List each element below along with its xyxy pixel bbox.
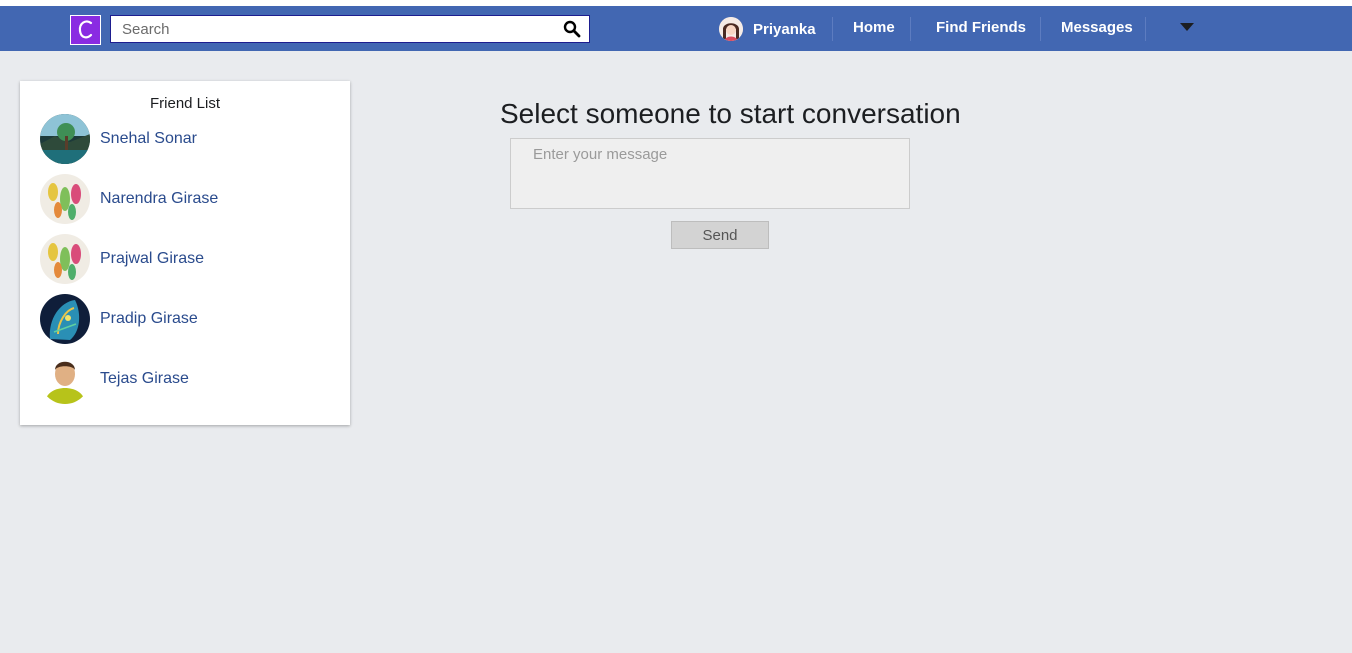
friend-avatar [40,294,90,344]
friend-name: Narendra Girase [100,190,219,207]
message-input[interactable] [510,138,910,209]
friend-avatar [40,114,90,164]
friend-avatar [40,174,90,224]
nav-link-find-friends[interactable]: Find Friends [936,19,1026,36]
friend-avatar [40,354,90,404]
nav-user-name: Priyanka [753,20,816,38]
logo-c-icon [78,20,92,39]
nav-divider [910,17,911,41]
search-box [110,15,590,43]
friend-name: Prajwal Girase [100,250,205,267]
search-input[interactable] [111,16,551,42]
friend-name: Pradip Girase [100,310,198,327]
user-avatar [719,17,743,41]
friend-item[interactable]: Pradip Girase [40,293,330,345]
app-logo[interactable] [70,15,101,45]
friend-item[interactable]: Snehal Sonar [40,113,330,165]
friend-item[interactable]: Narendra Girase [40,173,330,225]
nav-user-profile[interactable]: Priyanka [719,16,816,42]
nav-divider [1145,17,1146,41]
friend-item[interactable]: Prajwal Girase [40,233,330,285]
nav-link-messages[interactable]: Messages [1061,19,1133,36]
send-button[interactable]: Send [671,221,769,249]
friend-name: Snehal Sonar [100,130,197,147]
dropdown-caret-icon[interactable] [1180,23,1194,31]
friend-list-panel: Friend List Snehal Sonar Narendra Girase… [20,81,350,425]
friend-list-title: Friend List [149,95,221,112]
friend-avatar [40,234,90,284]
nav-divider [832,17,833,41]
chat-heading: Select someone to start conversation [500,98,961,129]
nav-divider [1040,17,1041,41]
friend-name: Tejas Girase [100,370,189,387]
top-navbar: Priyanka Home Find Friends Messages [0,6,1352,51]
friend-item[interactable]: Tejas Girase [40,353,330,405]
search-icon[interactable] [563,20,581,38]
nav-link-home[interactable]: Home [853,19,895,36]
